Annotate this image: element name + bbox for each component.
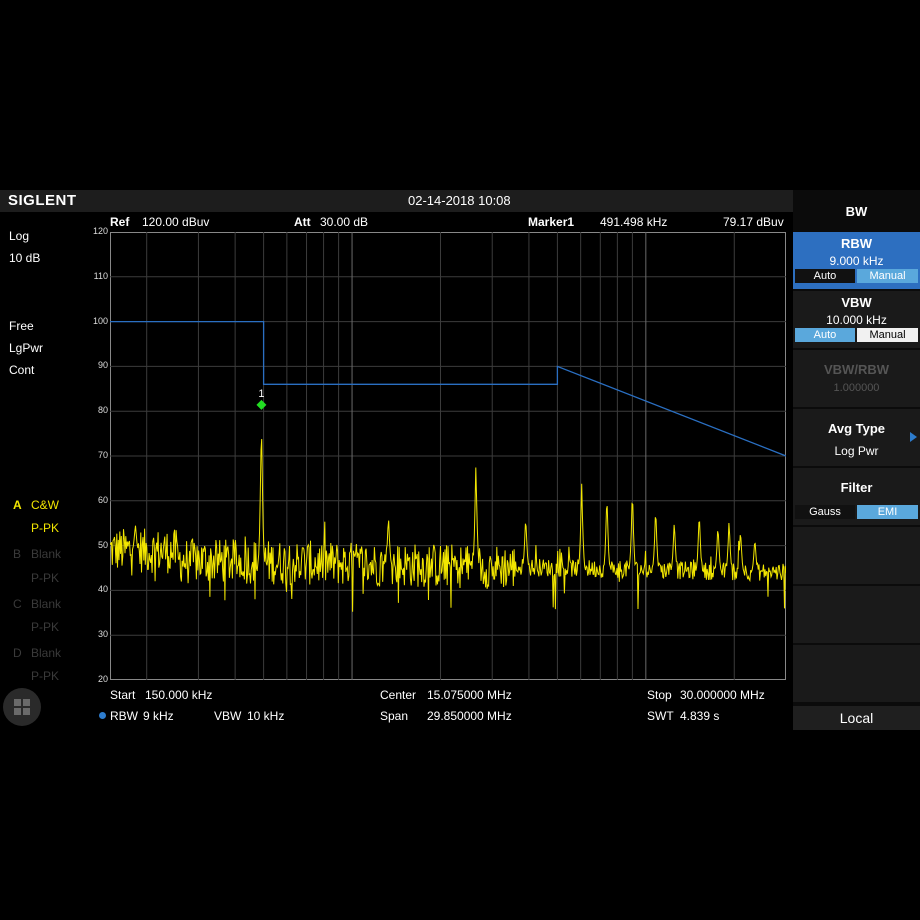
trace-d-det: P-PK xyxy=(31,669,60,683)
trace-d-name: D xyxy=(13,646,22,660)
vbw-softkey-label: VBW xyxy=(841,295,872,310)
grid-icon xyxy=(14,699,30,715)
y-tick-label: 30 xyxy=(97,629,108,640)
filter-softkey[interactable]: Filter Gauss EMI xyxy=(793,468,920,525)
trace-c-name: C xyxy=(13,597,22,611)
rbw-indicator-icon xyxy=(99,712,106,719)
stop-value: 30.000000 MHz xyxy=(680,688,765,702)
span-value: 29.850000 MHz xyxy=(427,709,512,723)
rbw-label: RBW xyxy=(110,709,138,723)
att-value: 30.00 dB xyxy=(320,215,369,229)
rbw-auto-option[interactable]: Auto xyxy=(795,269,855,283)
menu-title-cell: BW xyxy=(793,190,920,230)
trace-b-det: P-PK xyxy=(31,571,60,585)
vbw-softkey-value: 10.000 kHz xyxy=(826,313,887,327)
marker-label: Marker1 xyxy=(528,215,575,229)
trace-a-det: P-PK xyxy=(31,521,60,535)
marker-1-label: 1 xyxy=(258,388,264,400)
empty-softkey-2 xyxy=(793,586,920,643)
softkey-panel: BW RBW 9.000 kHz Auto Manual VBW 10.000 … xyxy=(793,190,920,730)
vbw-softkey[interactable]: VBW 10.000 kHz Auto Manual xyxy=(793,291,920,348)
marker-freq: 491.498 kHz xyxy=(600,215,668,229)
submenu-arrow-icon xyxy=(910,432,917,442)
spectrum-plot[interactable]: 1 xyxy=(110,232,786,680)
vbw-value: 10 kHz xyxy=(247,709,285,723)
ratio-label: VBW/RBW xyxy=(824,362,889,377)
trace-a-name: A xyxy=(13,498,22,512)
vbw-manual-option[interactable]: Manual xyxy=(857,328,918,342)
rbw-softkey-value: 9.000 kHz xyxy=(829,254,884,268)
trace-d-mode: Blank xyxy=(31,646,62,660)
center-value: 15.075000 MHz xyxy=(427,688,512,702)
y-tick-label: 40 xyxy=(97,584,108,595)
vbw-rbw-ratio-softkey: VBW/RBW 1.000000 xyxy=(793,350,920,407)
y-tick-label: 50 xyxy=(97,539,108,550)
rbw-value: 9 kHz xyxy=(143,709,174,723)
trace-c-det: P-PK xyxy=(31,620,60,634)
filter-label: Filter xyxy=(840,480,873,495)
trace-b-name: B xyxy=(13,547,22,561)
ratio-value: 1.000000 xyxy=(833,382,880,394)
swt-label: SWT xyxy=(647,709,674,723)
y-axis-labels: 20 30 40 50 60 70 80 90 100 110 120 xyxy=(86,226,110,684)
rbw-manual-option[interactable]: Manual xyxy=(857,269,918,283)
y-tick-label: 120 xyxy=(92,226,108,236)
local-label: Local xyxy=(839,710,874,726)
marker-1-diamond xyxy=(256,399,267,410)
top-bar: SIGLENT 02-14-2018 10:08 xyxy=(0,190,793,212)
brand-logo: SIGLENT xyxy=(8,192,77,209)
trace-a-line xyxy=(110,438,786,612)
span-label: Span xyxy=(380,709,409,723)
y-tick-label: 60 xyxy=(97,494,108,505)
avg-type-label: Avg Type xyxy=(827,421,886,436)
trigger-mode: Free xyxy=(9,319,34,333)
analyzer-screen: SIGLENT 02-14-2018 10:08 Ref 120.00 dBuv… xyxy=(0,190,920,730)
trace-a-mode: C&W xyxy=(31,498,59,512)
detector: LgPwr xyxy=(9,341,44,355)
vbw-auto-manual-toggle[interactable]: Auto Manual xyxy=(795,328,918,342)
empty-softkey-3 xyxy=(793,645,920,702)
avg-type-softkey[interactable]: Avg Type Log Pwr xyxy=(793,409,920,466)
y-tick-label: 100 xyxy=(92,315,108,326)
menu-title: BW xyxy=(845,204,868,219)
ref-label: Ref xyxy=(110,215,130,229)
scale-type: Log xyxy=(9,229,30,243)
limit-line xyxy=(110,320,786,457)
att-label: Att xyxy=(294,215,311,229)
y-tick-label: 20 xyxy=(97,674,108,684)
rbw-softkey-label: RBW xyxy=(840,236,873,251)
y-tick-label: 70 xyxy=(97,450,108,460)
marker-level: 79.17 dBuv xyxy=(723,215,784,229)
rbw-softkey[interactable]: RBW 9.000 kHz Auto Manual xyxy=(793,232,920,289)
datetime: 02-14-2018 10:08 xyxy=(408,193,511,208)
home-button[interactable] xyxy=(3,688,41,726)
scale-div: 10 dB xyxy=(9,251,41,265)
start-label: Start xyxy=(110,688,136,702)
local-button[interactable]: Local xyxy=(793,706,920,730)
ref-value: 120.00 dBuv xyxy=(142,215,210,229)
avg-type-value: Log Pwr xyxy=(834,444,879,458)
y-tick-label: 90 xyxy=(97,360,108,371)
vbw-auto-option[interactable]: Auto xyxy=(795,328,855,342)
filter-toggle[interactable]: Gauss EMI xyxy=(795,505,918,519)
trace-c-mode: Blank xyxy=(31,597,62,611)
vbw-label: VBW xyxy=(214,709,242,723)
y-tick-label: 80 xyxy=(97,405,108,416)
filter-gauss-option[interactable]: Gauss xyxy=(795,505,855,519)
filter-emi-option[interactable]: EMI xyxy=(857,505,918,519)
trace-b-mode: Blank xyxy=(31,547,62,561)
spectrum-chart: 1 xyxy=(110,232,786,680)
swt-value: 4.839 s xyxy=(680,709,720,723)
sweep-mode: Cont xyxy=(9,363,35,377)
rbw-auto-manual-toggle[interactable]: Auto Manual xyxy=(795,269,918,283)
center-label: Center xyxy=(380,688,417,702)
start-value: 150.000 kHz xyxy=(145,688,213,702)
empty-softkey-1 xyxy=(793,527,920,584)
y-tick-label: 110 xyxy=(93,270,108,281)
stop-label: Stop xyxy=(647,688,672,702)
